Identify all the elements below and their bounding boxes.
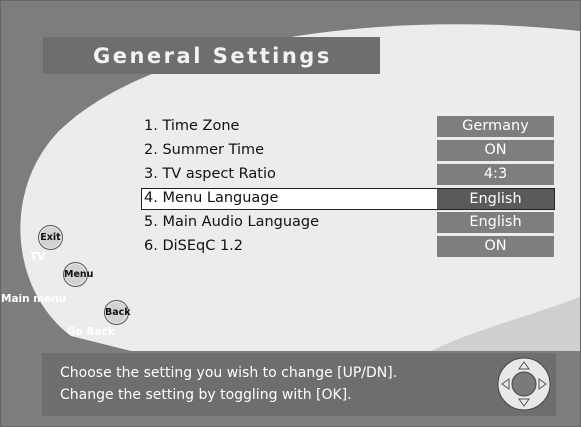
settings-screen: General Settings 1. Time Zone Germany 2.… [0, 0, 581, 427]
help-text-line-2: Change the setting by toggling with [OK]… [60, 387, 352, 403]
setting-row-main-audio-language[interactable]: 5. Main Audio Language English [141, 212, 555, 234]
setting-label: 5. Main Audio Language [144, 214, 320, 230]
setting-row-menu-language[interactable]: 4. Menu Language English [141, 188, 555, 210]
setting-value[interactable]: 4:3 [437, 164, 554, 185]
page-title: General Settings [93, 43, 332, 68]
setting-row-summer-time[interactable]: 2. Summer Time ON [141, 140, 555, 162]
setting-label: 1. Time Zone [144, 118, 240, 134]
settings-list: 1. Time Zone Germany 2. Summer Time ON 3… [141, 116, 555, 260]
setting-value[interactable]: English [437, 212, 554, 233]
back-button[interactable]: Back [104, 300, 131, 325]
directional-pad-icon [497, 357, 551, 411]
menu-caption: Main menu [1, 293, 67, 305]
setting-row-tv-aspect-ratio[interactable]: 3. TV aspect Ratio 4:3 [141, 164, 555, 186]
setting-label: 3. TV aspect Ratio [144, 166, 276, 182]
help-bar: Choose the setting you wish to change [U… [42, 353, 556, 416]
back-caption: Go Back [67, 326, 115, 338]
title-bar: General Settings [43, 37, 380, 74]
setting-value[interactable]: English [437, 189, 554, 209]
exit-button[interactable]: Exit [38, 225, 63, 250]
setting-value[interactable]: ON [437, 140, 554, 161]
setting-label: 4. Menu Language [144, 190, 279, 206]
setting-row-time-zone[interactable]: 1. Time Zone Germany [141, 116, 555, 138]
menu-button[interactable]: Menu [63, 262, 93, 287]
setting-row-diseqc[interactable]: 6. DiSEqC 1.2 ON [141, 236, 555, 258]
setting-label: 2. Summer Time [144, 142, 265, 158]
exit-caption: TV [30, 251, 46, 263]
setting-label: 6. DiSEqC 1.2 [144, 238, 244, 254]
setting-value[interactable]: ON [437, 236, 554, 257]
help-text-line-1: Choose the setting you wish to change [U… [60, 365, 398, 381]
setting-value[interactable]: Germany [437, 116, 554, 137]
